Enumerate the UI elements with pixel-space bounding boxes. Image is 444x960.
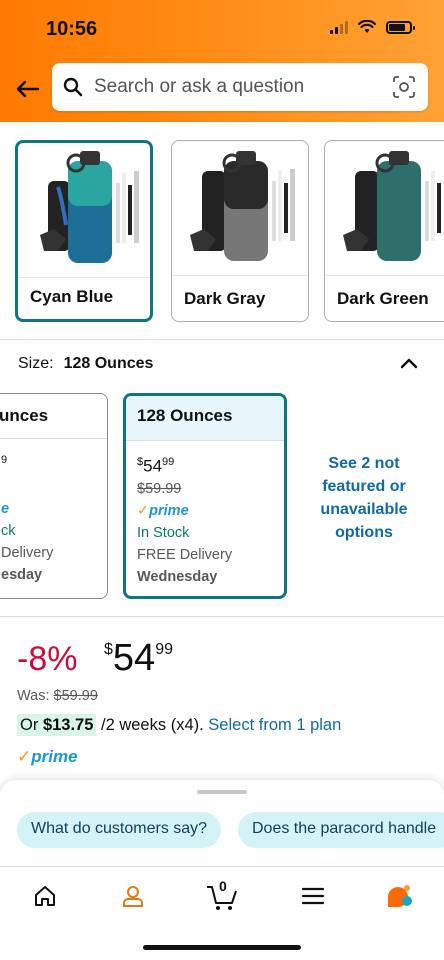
search-bar[interactable]: [52, 63, 428, 111]
suggestion-chip[interactable]: What do customers say?: [17, 812, 222, 848]
size-label: Size:: [18, 355, 54, 372]
color-label: Dark Gray: [184, 289, 266, 308]
product-image: [172, 141, 308, 276]
cart-count: 0: [219, 878, 227, 894]
product-image: [18, 143, 150, 278]
home-icon: [35, 886, 55, 906]
nav-menu[interactable]: [298, 881, 328, 911]
prime-badge: ✓prime: [17, 747, 78, 766]
prime-badge: e: [1, 500, 10, 517]
suggestion-chip[interactable]: Does the paracord handle: [238, 812, 444, 848]
back-button[interactable]: [12, 74, 42, 104]
chevron-up-icon[interactable]: [398, 352, 420, 374]
size-option-price: $5499: [137, 456, 175, 476]
status-time: 10:56: [46, 18, 98, 40]
wifi-icon: [358, 20, 376, 33]
size-option[interactable]: unces 9 e ck Delivery esday: [0, 393, 108, 599]
color-option-dark-green[interactable]: Dark Green: [324, 140, 444, 322]
nav-home[interactable]: [30, 881, 60, 911]
back-arrow-icon: [16, 80, 40, 98]
delivery-info: Delivery: [1, 544, 54, 561]
product-image: [325, 141, 444, 276]
nav-rufus[interactable]: [385, 881, 415, 911]
search-input[interactable]: [94, 76, 374, 98]
bottom-nav: 0: [0, 866, 444, 960]
was-price: Was: $59.99: [17, 688, 98, 704]
size-selected: 128 Ounces: [63, 355, 154, 372]
suggestion-sheet: What do customers say? Does the paracord…: [0, 780, 444, 866]
rufus-icon: [388, 885, 412, 907]
camera-scan-icon[interactable]: [392, 75, 416, 99]
current-price: $5499: [104, 637, 173, 679]
color-selector: Cyan Blue Dark Gray Dark Green: [0, 122, 444, 340]
delivery-day: Wednesday: [137, 568, 218, 585]
size-option-title: 128 Ounces: [126, 396, 284, 441]
size-option-selected[interactable]: 128 Ounces $5499 $59.99 ✓prime In Stock …: [123, 393, 287, 599]
cellular-signal-icon: [330, 20, 348, 34]
menu-icon: [301, 887, 325, 905]
prime-badge: ✓prime: [137, 502, 189, 519]
nav-account[interactable]: [118, 881, 148, 911]
drag-handle[interactable]: [197, 790, 247, 794]
divider: [0, 616, 444, 617]
size-option-title: unces: [0, 394, 107, 439]
nav-cart[interactable]: 0: [205, 878, 239, 911]
installment-plan: Or $13.75 /2 weeks (x4). Select from 1 p…: [17, 714, 341, 736]
color-option-cyan-blue[interactable]: Cyan Blue: [15, 140, 153, 322]
account-icon: [123, 886, 143, 907]
status-icons: [330, 20, 415, 34]
size-option-was-price: $59.99: [137, 480, 182, 497]
stock-status: ck: [1, 522, 16, 539]
delivery-day: esday: [1, 566, 43, 583]
top-bar: 10:56: [0, 0, 444, 122]
color-label: Dark Green: [337, 289, 429, 308]
color-option-dark-gray[interactable]: Dark Gray: [171, 140, 309, 322]
color-label: Cyan Blue: [30, 287, 114, 306]
search-icon: [62, 76, 84, 98]
see-more-options-link[interactable]: See 2 not featured or unavailable option…: [304, 452, 424, 544]
battery-icon: [386, 20, 415, 34]
size-header[interactable]: Size: 128 Ounces: [18, 355, 153, 373]
size-option-price: 9: [1, 454, 8, 466]
select-plan-link[interactable]: Select from 1 plan: [208, 716, 341, 734]
delivery-info: FREE Delivery: [137, 546, 233, 563]
home-indicator: [143, 945, 301, 950]
discount-percent: -8%: [17, 640, 78, 678]
stock-status: In Stock: [137, 524, 190, 541]
